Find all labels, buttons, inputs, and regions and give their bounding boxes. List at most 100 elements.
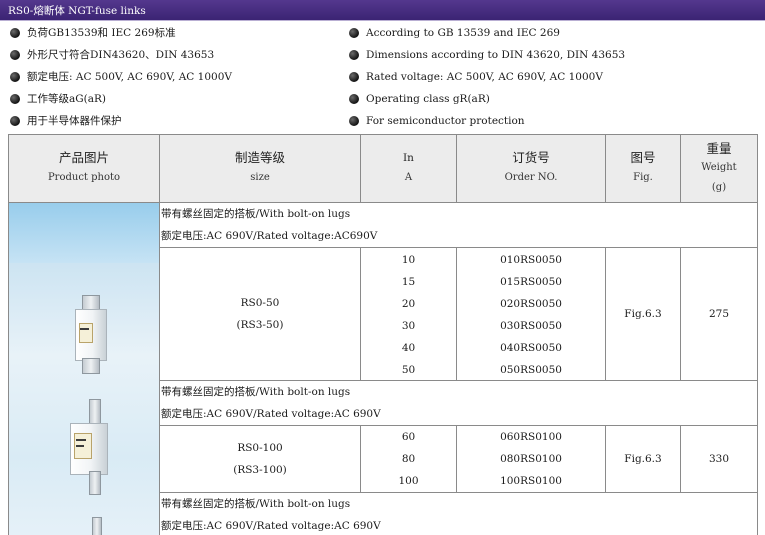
bullet-dot-icon: [349, 72, 359, 82]
section-note-lugs: 带有螺丝固定的搭板/With bolt-on lugs: [161, 386, 351, 398]
order-number: 010RS0050: [500, 254, 562, 266]
section-note-lugs: 带有螺丝固定的搭板/With bolt-on lugs: [161, 498, 351, 510]
bullet-dot-icon: [349, 50, 359, 60]
feature-item: Operating class gR(aR): [349, 88, 625, 110]
feature-list-en: According to GB 13539 and IEC 269 Dimens…: [349, 22, 625, 132]
section-note: 带有螺丝固定的搭板/With bolt-on lugs 额定电压:AC 690V…: [160, 203, 758, 248]
bullet-dot-icon: [10, 50, 20, 60]
current-value: 40: [401, 342, 416, 354]
section-note-voltage: 额定电压:AC 690V/Rated voltage:AC 690V: [161, 408, 381, 420]
header-label-en: Weight: [701, 161, 737, 173]
fuse-photo: [67, 399, 111, 495]
page-title: RS0-熔断体 NGT-fuse links: [8, 5, 146, 17]
header-label-zh: 产品图片: [58, 149, 109, 165]
current-value: 60: [401, 431, 416, 443]
header-label-zh: 重量: [706, 140, 732, 156]
header-label-en: Order NO.: [504, 171, 558, 183]
order-number: 015RS0050: [500, 276, 562, 288]
feature-text: Operating class gR(aR): [366, 93, 490, 105]
header-label-en: size: [250, 171, 270, 183]
bullet-dot-icon: [10, 116, 20, 126]
header-label-en: Product photo: [47, 171, 121, 183]
feature-text: Rated voltage: AC 500V, AC 690V, AC 1000…: [366, 71, 603, 83]
feature-item: 额定电压: AC 500V, AC 690V, AC 1000V: [10, 66, 232, 88]
feature-text: 用于半导体器件保护: [27, 115, 122, 127]
current-value: 50: [401, 364, 416, 376]
feature-item: 用于半导体器件保护: [10, 110, 232, 132]
order-number: 040RS0050: [500, 342, 562, 354]
feature-item: 负荷GB13539和 IEC 269标准: [10, 22, 232, 44]
size-cell: RS0-50 (RS3-50): [160, 248, 361, 381]
size-label: RS0-100: [237, 442, 283, 454]
header-product-photo: 产品图片 Product photo: [9, 135, 160, 203]
section-note-lugs: 带有螺丝固定的搭板/With bolt-on lugs: [161, 208, 351, 220]
feature-item: According to GB 13539 and IEC 269: [349, 22, 625, 44]
feature-text: 外形尺寸符合DIN43620、DIN 43653: [27, 49, 215, 61]
fig-cell: Fig.6.3: [606, 426, 681, 493]
header-weight: 重量 Weight (g): [681, 135, 758, 203]
product-photo: [9, 203, 160, 535]
header-label-en-unit: (g): [711, 181, 727, 193]
size-cell: RS0-100 (RS3-100): [160, 426, 361, 493]
header-label-zh: 制造等级: [234, 149, 285, 165]
feature-item: For semiconductor protection: [349, 110, 625, 132]
header-label-en: A: [404, 171, 413, 183]
size-label: RS0-50: [240, 297, 280, 309]
current-value: 30: [401, 320, 416, 332]
order-number: 080RS0100: [500, 453, 562, 465]
size-alt-label: (RS3-50): [236, 319, 284, 331]
bullet-dot-icon: [349, 28, 359, 38]
fuse-photo: [87, 517, 107, 535]
fig-cell: Fig.6.3: [606, 248, 681, 381]
feature-item: Rated voltage: AC 500V, AC 690V, AC 1000…: [349, 66, 625, 88]
bullet-dot-icon: [10, 94, 20, 104]
current-value: 80: [401, 453, 416, 465]
fig-label: Fig.6.3: [624, 308, 662, 320]
product-table: 产品图片 Product photo 制造等级 size In A 订货号 Or…: [8, 134, 758, 535]
feature-text: According to GB 13539 and IEC 269: [366, 27, 560, 39]
feature-list: 负荷GB13539和 IEC 269标准 外形尺寸符合DIN43620、DIN …: [0, 22, 765, 134]
weight-cell: 330: [681, 426, 758, 493]
feature-item: 工作等级aG(aR): [10, 88, 232, 110]
order-number: 050RS0050: [500, 364, 562, 376]
bullet-dot-icon: [349, 94, 359, 104]
header-label-zh: In: [403, 151, 414, 164]
bullet-dot-icon: [10, 72, 20, 82]
bullet-dot-icon: [349, 116, 359, 126]
feature-item: 外形尺寸符合DIN43620、DIN 43653: [10, 44, 232, 66]
section-note: 带有螺丝固定的搭板/With bolt-on lugs 额定电压:AC 690V…: [160, 493, 758, 535]
header-order-no: 订货号 Order NO.: [457, 135, 606, 203]
section-note-voltage: 额定电压:AC 690V/Rated voltage:AC690V: [161, 230, 378, 242]
feature-item: Dimensions according to DIN 43620, DIN 4…: [349, 44, 625, 66]
feature-list-zh: 负荷GB13539和 IEC 269标准 外形尺寸符合DIN43620、DIN …: [10, 22, 232, 132]
header-label-zh: 订货号: [512, 149, 550, 165]
feature-text: 工作等级aG(aR): [27, 93, 107, 105]
current-value: 100: [398, 475, 419, 487]
feature-text: 额定电压: AC 500V, AC 690V, AC 1000V: [27, 71, 232, 83]
weight-value: 275: [708, 308, 730, 320]
photo-sky: [9, 203, 159, 263]
section-note: 带有螺丝固定的搭板/With bolt-on lugs 额定电压:AC 690V…: [160, 381, 758, 426]
order-number: 020RS0050: [500, 298, 562, 310]
feature-text: For semiconductor protection: [366, 115, 525, 127]
header-current: In A: [361, 135, 457, 203]
order-number: 100RS0100: [500, 475, 562, 487]
current-cell: 60 80 100: [361, 426, 457, 493]
fuse-photo: [71, 295, 111, 375]
header-label-zh: 图号: [630, 149, 656, 165]
order-cell: 060RS0100 080RS0100 100RS0100: [457, 426, 606, 493]
title-bar: RS0-熔断体 NGT-fuse links: [0, 0, 765, 21]
weight-value: 330: [708, 453, 730, 465]
header-size: 制造等级 size: [160, 135, 361, 203]
header-fig: 图号 Fig.: [606, 135, 681, 203]
feature-text: Dimensions according to DIN 43620, DIN 4…: [366, 49, 626, 61]
current-cell: 10 15 20 30 40 50: [361, 248, 457, 381]
current-value: 20: [401, 298, 416, 310]
header-label-en: Fig.: [633, 171, 653, 183]
order-number: 060RS0100: [500, 431, 562, 443]
weight-cell: 275: [681, 248, 758, 381]
fig-label: Fig.6.3: [624, 453, 662, 465]
order-number: 030RS0050: [500, 320, 562, 332]
current-value: 15: [401, 276, 416, 288]
order-cell: 010RS0050 015RS0050 020RS0050 030RS0050 …: [457, 248, 606, 381]
